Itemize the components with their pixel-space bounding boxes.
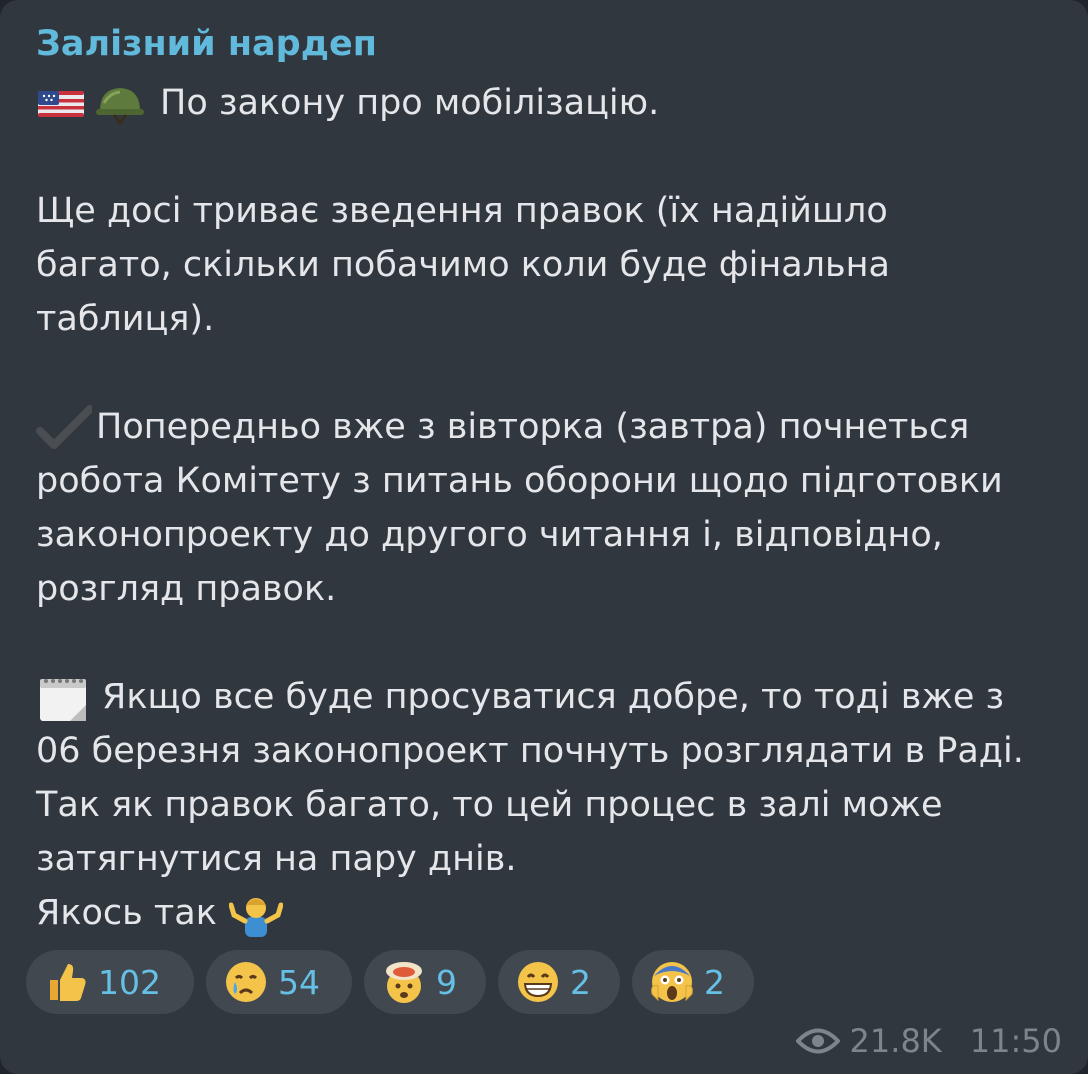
military-helmet-icon — [94, 81, 146, 125]
message-line-text: законопроекту до другого читання і, відп… — [36, 515, 943, 555]
message-line-text: таблиця). — [36, 299, 215, 339]
message-line-text: Ще досі триває зведення правок (їх надій… — [36, 191, 888, 231]
check-mark-icon — [36, 405, 92, 449]
message-line: Попередньо вже з вівторка (завтра) почне… — [36, 400, 1076, 454]
message-line-text: Попередньо вже з вівторка (завтра) почне… — [96, 407, 970, 447]
message-line-text: По закону про мобілізацію. — [160, 83, 660, 123]
reaction-count: 2 — [704, 962, 725, 1002]
message-line: 06 березня законопроект почнуть розгляда… — [36, 724, 1076, 778]
reaction-count: 2 — [570, 962, 591, 1002]
reaction-count: 9 — [436, 962, 457, 1002]
reactions-bar: 102 54 9 2 2 — [26, 950, 754, 1014]
message-meta: 21.8K 11:50 — [795, 1022, 1062, 1060]
reaction-thumbs-up[interactable]: 102 — [26, 950, 194, 1014]
reaction-count: 102 — [98, 962, 161, 1002]
us-flag-icon — [36, 81, 86, 125]
reaction-screaming-face[interactable]: 2 — [632, 950, 754, 1014]
reaction-crying-face[interactable]: 54 — [206, 950, 352, 1014]
eye-icon — [795, 1028, 840, 1054]
message-line: Якщо все буде просуватися добре, то тоді… — [36, 670, 1076, 724]
message-line: розгляд правок. — [36, 562, 1076, 616]
reaction-count: 54 — [278, 962, 320, 1002]
message-text: По закону про мобілізацію. Ще досі трива… — [36, 76, 1076, 940]
view-count: 21.8K — [849, 1022, 942, 1060]
person-shrugging-icon — [228, 891, 283, 937]
crying-face-icon — [226, 962, 266, 1002]
message-line-text: Якщо все буде просуватися добре, то тоді… — [102, 677, 1005, 717]
message-line: законопроекту до другого читання і, відп… — [36, 508, 1076, 562]
message-bubble: Залізний нардеп По закону про мобілізаці… — [0, 0, 1088, 1074]
message-line-text: робота Комітету з питань оборони щодо пі… — [36, 461, 1003, 501]
thumbs-up-icon — [50, 964, 86, 1001]
message-line-text: 06 березня законопроект почнуть розгляда… — [36, 731, 1024, 771]
message-line: затягнутися на пару днів. — [36, 832, 1076, 886]
message-time: 11:50 — [969, 1022, 1062, 1060]
message-line: Якось так — [36, 886, 1076, 940]
message-line: Ще досі триває зведення правок (їх надій… — [36, 184, 1076, 238]
exploding-head-icon — [386, 962, 422, 1003]
message-line-text: багато, скільки побачимо коли буде фінал… — [36, 245, 890, 285]
message-line: По закону про мобілізацію. — [36, 76, 1076, 130]
grinning-face-icon — [518, 962, 558, 1002]
message-line-text: розгляд правок. — [36, 569, 337, 609]
message-line-text: Якось так — [36, 893, 217, 933]
message-line: робота Комітету з питань оборони щодо пі… — [36, 454, 1076, 508]
message-line-text: затягнутися на пару днів. — [36, 839, 517, 879]
calendar-icon — [36, 675, 90, 721]
message-line: таблиця). — [36, 292, 1076, 346]
screaming-face-icon — [651, 962, 693, 1002]
channel-name[interactable]: Залізний нардеп — [36, 24, 377, 64]
reaction-exploding-head[interactable]: 9 — [364, 950, 486, 1014]
message-line-text: Так як правок багато, то цей процес в за… — [36, 785, 943, 825]
reaction-grinning-face[interactable]: 2 — [498, 950, 620, 1014]
message-line: багато, скільки побачимо коли буде фінал… — [36, 238, 1076, 292]
message-line: Так як правок багато, то цей процес в за… — [36, 778, 1076, 832]
